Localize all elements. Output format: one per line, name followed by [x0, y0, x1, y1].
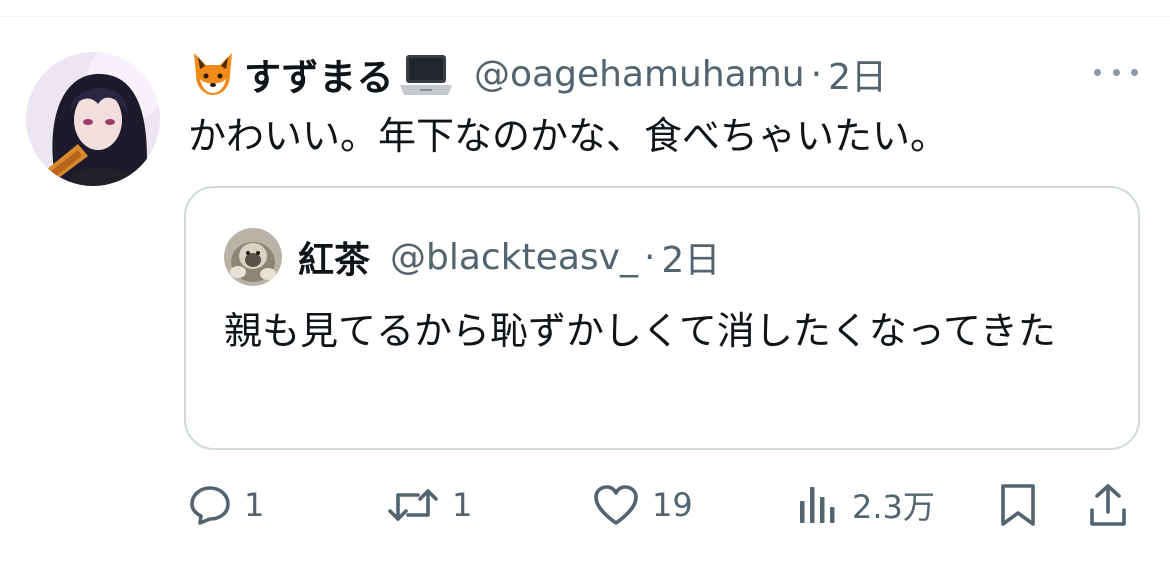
tweet-header: すずまる @oagehamuhamu · 2日	[188, 44, 887, 104]
retweet-count: 1	[452, 486, 473, 524]
reply-count: 1	[244, 486, 265, 524]
quoted-separator-dot: ·	[643, 236, 656, 278]
quoted-author-avatar	[224, 228, 282, 286]
retweet-arrows-icon	[388, 489, 438, 521]
bookmark-button[interactable]	[998, 470, 1038, 540]
quoted-handle: @blackteasv_	[390, 236, 638, 278]
views-button[interactable]: 2.3万	[796, 470, 935, 540]
bookmark-icon	[1001, 484, 1035, 526]
reply-bubble-icon	[190, 486, 230, 525]
tweet-text: かわいい。年下なのかな、食べちゃいたい。	[188, 114, 949, 158]
laptop-emoji-icon	[400, 55, 452, 95]
bar-chart-icon	[800, 487, 835, 523]
like-button[interactable]: 19	[592, 470, 693, 540]
author-display-name[interactable]: すずまる	[244, 47, 394, 101]
retweet-button[interactable]: 1	[386, 470, 472, 540]
share-upload-icon	[1090, 484, 1126, 526]
fox-face-emoji-icon	[194, 53, 232, 95]
author-avatar[interactable]	[26, 52, 160, 186]
more-options-icon[interactable]	[1094, 60, 1138, 84]
reply-button[interactable]: 1	[188, 470, 264, 540]
author-handle[interactable]: @oagehamuhamu	[474, 54, 805, 95]
quoted-time: 2日	[661, 240, 721, 281]
heart-icon	[594, 485, 638, 525]
quoted-tweet-text: 親も見てるから恥ずかしくて消したくなってきた	[224, 309, 1056, 353]
quoted-tweet-card[interactable]: 紅茶 @blackteasv_ · 2日 親も見てるから恥ずかしくて消したくなっ…	[184, 186, 1140, 450]
quoted-display-name: 紅茶	[298, 240, 371, 281]
quoted-tweet-header: 紅茶 @blackteasv_ · 2日	[298, 228, 720, 286]
tweet-time[interactable]: 2日	[828, 48, 887, 100]
views-count: 2.3万	[852, 488, 935, 526]
share-button[interactable]	[1088, 470, 1128, 540]
like-count: 19	[652, 486, 693, 524]
top-divider	[0, 16, 1170, 17]
tweet-action-bar: 1 1 19 2.3万	[0, 470, 1170, 540]
separator-dot: ·	[810, 53, 823, 95]
